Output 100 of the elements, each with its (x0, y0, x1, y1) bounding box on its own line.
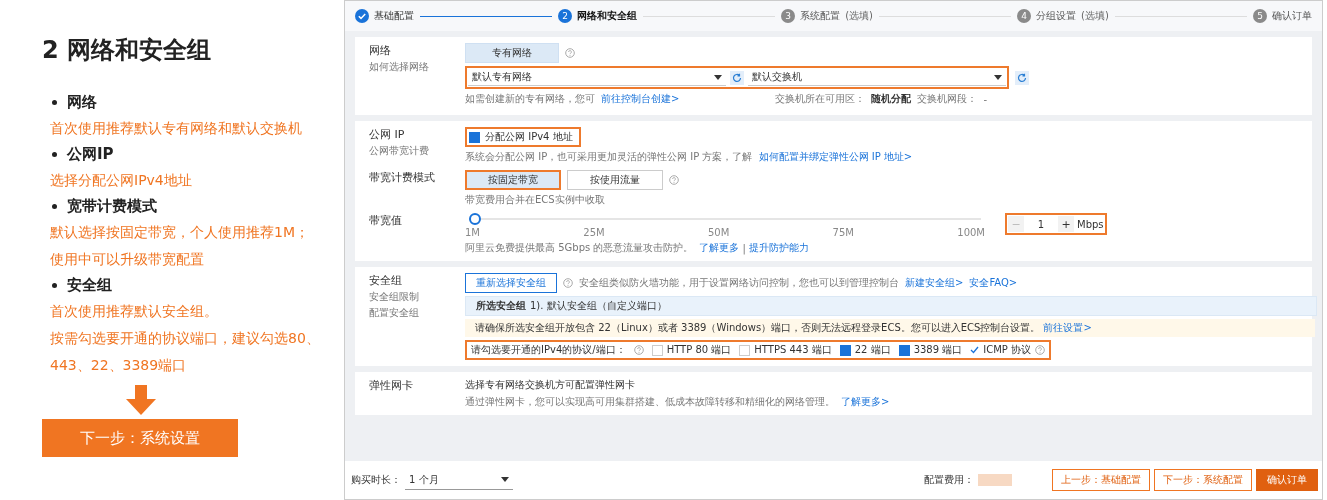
increase-button[interactable]: + (1058, 216, 1074, 232)
port-checkbox[interactable]: 22 端口 (839, 343, 891, 357)
footer-button[interactable]: 上一步：基础配置 (1052, 469, 1150, 491)
billing-option[interactable]: 按使用流量 (567, 170, 663, 190)
learn-more-link[interactable]: 了解更多 (699, 241, 740, 255)
field-sublabel: 公网带宽计费 (369, 144, 430, 158)
hint-text: 如需创建新的专有网络，您可 (465, 92, 595, 106)
step-hint: (选填) (1081, 9, 1109, 23)
step-number: 5 (1253, 9, 1267, 23)
zone-value: 随机分配 (871, 92, 912, 106)
reselect-button[interactable]: 重新选择安全组 (465, 273, 557, 293)
step-hint: (选填) (845, 9, 873, 23)
fee-label: 配置费用： (924, 473, 974, 487)
step-number: 2 (558, 9, 573, 23)
slider-handle[interactable] (469, 213, 481, 225)
caret-icon (501, 477, 509, 482)
bullet-dot (52, 283, 57, 288)
blurred-price (978, 474, 1012, 486)
tick-label: 100M (957, 227, 985, 238)
port-checkbox[interactable]: 3389 端口 (898, 343, 963, 357)
help-icon (565, 48, 575, 58)
settings-link[interactable]: 前往设置> (1043, 321, 1092, 335)
step-label: 系统配置 (800, 9, 841, 23)
field-label: 带宽值 (369, 213, 403, 228)
slide-title: 2 网络和安全组 (42, 35, 213, 66)
bullet-dot (52, 152, 57, 157)
cidr-value: - (983, 93, 987, 105)
zone-label: 交换机所在可用区： (775, 92, 866, 106)
tick-label: 50M (707, 227, 730, 238)
new-group-link[interactable]: 新建安全组> (905, 276, 964, 290)
bandwidth-stepper[interactable]: − 1 + Mbps (1005, 213, 1107, 235)
refresh-button[interactable] (730, 70, 744, 85)
description-text: 选择专有网络交换机方可配置弹性网卡 (465, 378, 636, 392)
field-sublabel: 安全组限制 (369, 290, 420, 304)
help-icon (1035, 345, 1046, 355)
footer-button[interactable]: 确认订单 (1256, 469, 1318, 491)
step-label: 基础配置 (374, 9, 414, 23)
description-text: 安全组类似防火墙功能，用于设置网络访问控制，您也可以到管理控制台 (579, 276, 899, 290)
duration-label: 购买时长： (351, 473, 401, 487)
step-label: 网络和安全组 (577, 9, 638, 23)
note-text: 默认选择按固定带宽，个人使用推荐1M； (50, 223, 310, 242)
vpc-select[interactable]: 默认专有网络 (468, 69, 726, 86)
bullet-heading: 宽带计费模式 (67, 197, 157, 216)
selected-value: 1). 默认安全组（自定义端口） (530, 299, 667, 313)
cidr-label: 交换机网段： (917, 92, 978, 106)
ports-label: 请勾选要开通的IPv4的协议/端口： (471, 343, 626, 357)
note-text: 使用中可以升级带宽配置 (50, 250, 205, 269)
create-vpc-link[interactable]: 前往控制台创建> (601, 92, 680, 106)
port-checkbox[interactable]: HTTPS 443 端口 (739, 343, 832, 357)
learn-more-link[interactable]: 了解更多> (841, 395, 890, 409)
hint-text: 带宽费用合并在ECS实例中收取 (465, 193, 605, 207)
description-text: 阿里云免费提供最高 5Gbps 的恶意流量攻击防护。 (465, 241, 694, 255)
caret-icon (994, 74, 1002, 80)
note-text: 首次使用推荐默认安全组。 (50, 302, 219, 321)
vswitch-select[interactable]: 默认交换机 (748, 69, 1006, 86)
help-icon (633, 345, 644, 355)
separator: | (742, 242, 746, 254)
bullet-dot (52, 100, 57, 105)
description-text: 系统会分配公网 IP，也可采用更加灵活的弹性公网 IP 方案，了解 (465, 150, 753, 164)
refresh-button[interactable] (1015, 70, 1029, 85)
step-label: 分组设置 (1036, 9, 1077, 23)
step-number: 3 (781, 9, 796, 23)
field-label: 带宽计费模式 (369, 170, 436, 185)
step-label: 确认订单 (1272, 9, 1312, 23)
tick-label: 1M (465, 227, 480, 238)
duration-select[interactable]: 1 个月 (405, 470, 513, 490)
field-sublabel: 如何选择网络 (369, 60, 430, 74)
field-label: 弹性网卡 (369, 378, 414, 393)
tick-label: 25M (583, 227, 605, 238)
bullet-heading: 网络 (67, 93, 97, 112)
port-checkbox[interactable]: ICMP 协议 (970, 343, 1046, 357)
network-type-tab[interactable]: 专有网络 (465, 43, 559, 63)
warning-text: 请确保所选安全组开放包含 22（Linux）或者 3389（Windows）端口，否则无法远程登录ECS。您可以进入ECS控制台设置。 (475, 321, 1041, 335)
help-icon (563, 278, 573, 288)
step-number: 4 (1017, 9, 1032, 23)
footer-button[interactable]: 下一步：系统配置 (1154, 469, 1252, 491)
public-ip-checkbox[interactable]: 分配公网 IPv4 地址 (465, 127, 581, 147)
note-text: 443、22、3389端口 (50, 356, 188, 375)
faq-link[interactable]: 安全FAQ> (969, 276, 1018, 290)
refresh-icon (732, 72, 742, 83)
field-sublabel: 配置安全组 (369, 306, 420, 320)
port-checkbox[interactable]: HTTP 80 端口 (651, 343, 732, 357)
protection-link[interactable]: 提升防护能力 (748, 241, 809, 255)
tick-label: 75M (832, 227, 854, 238)
bandwidth-value: 1 (1036, 218, 1046, 230)
unit-label: Mbps (1077, 218, 1104, 230)
note-text: 首次使用推荐默认专有网络和默认交换机 (50, 119, 303, 138)
note-text: 选择分配公网IPv4地址 (50, 171, 193, 190)
caret-icon (714, 74, 722, 80)
bullet-heading: 安全组 (67, 276, 112, 295)
eip-guide-link[interactable]: 如何配置并绑定弹性公网 IP 地址> (758, 150, 913, 164)
bullet-dot (52, 204, 57, 209)
field-label: 网络 (369, 43, 392, 58)
field-label: 公网 IP (369, 127, 406, 142)
down-arrow-icon (126, 385, 156, 415)
bullet-heading: 公网IP (67, 145, 114, 164)
description-text: 通过弹性网卡，您可以实现高可用集群搭建、低成本故障转移和精细化的网络管理。 (465, 395, 835, 409)
billing-option[interactable]: 按固定带宽 (465, 170, 561, 190)
field-label: 安全组 (369, 273, 403, 288)
help-icon (669, 175, 679, 185)
